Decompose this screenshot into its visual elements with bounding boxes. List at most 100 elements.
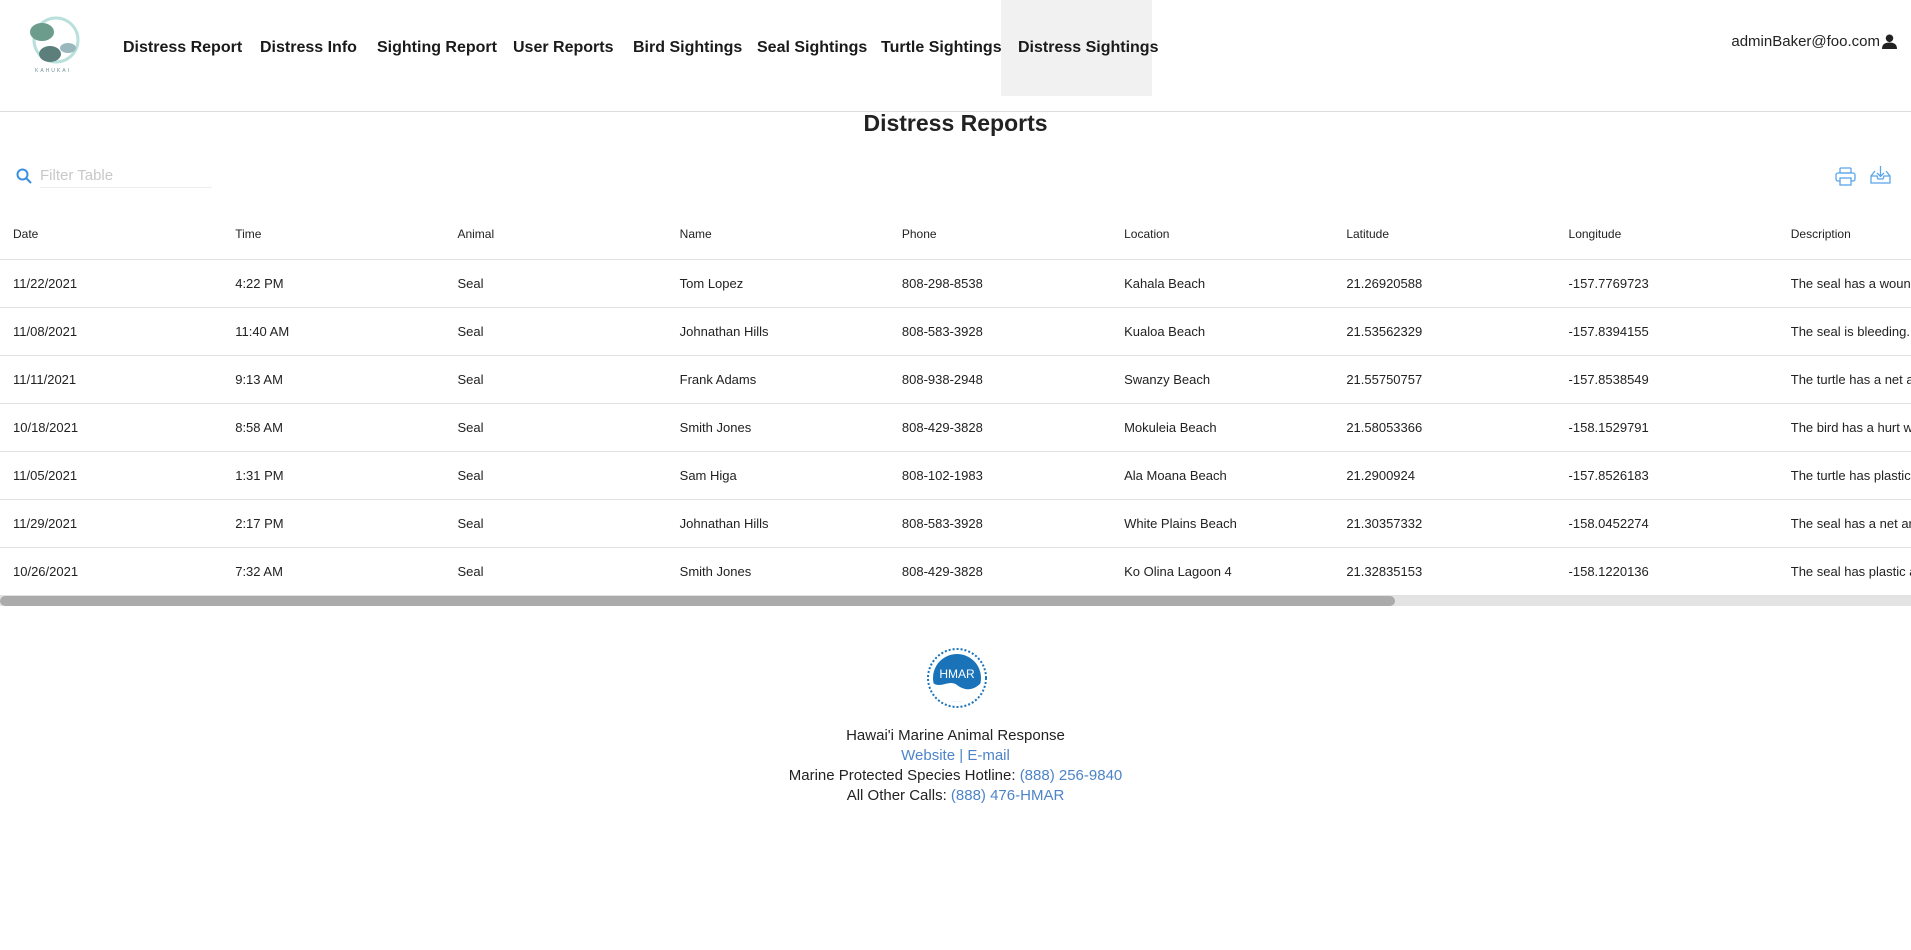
filter-table-input[interactable] — [40, 164, 212, 188]
cell-longitude: -158.0452274 — [1555, 499, 1778, 548]
cell-description: The turtle has plastic ar — [1777, 451, 1911, 500]
table-row[interactable]: 11/22/2021 4:22 PM Seal Tom Lopez 808-298-85… — [0, 259, 1911, 308]
cell-latitude: 21.26920588 — [1333, 259, 1556, 308]
cell-latitude: 21.55750757 — [1333, 355, 1556, 404]
scrollbar-thumb[interactable] — [0, 596, 1396, 606]
nav-bird-sightings[interactable]: Bird Sightings — [633, 0, 742, 96]
cell-time: 7:32 AM — [222, 547, 445, 596]
nav-turtle-sightings[interactable]: Turtle Sightings — [881, 0, 1002, 96]
cell-time: 9:13 AM — [222, 355, 445, 404]
column-header-time[interactable]: Time — [222, 210, 445, 260]
print-icon[interactable] — [1835, 167, 1856, 186]
cell-name: Johnathan Hills — [666, 307, 889, 356]
column-header-name[interactable]: Name — [666, 210, 889, 260]
distress-reports-table: Date Time Animal Name Phone Location Latitude L… — [0, 210, 1911, 596]
table-header-row: Date Time Animal Name Phone Location Latitude L… — [0, 210, 1911, 260]
cell-animal: Seal — [444, 403, 667, 452]
column-header-location[interactable]: Location — [1111, 210, 1334, 260]
table-row[interactable]: 11/11/2021 9:13 AM Seal Frank Adams 808-938-… — [0, 355, 1911, 404]
table-row[interactable]: 11/08/2021 11:40 AM Seal Johnathan Hills 808… — [0, 307, 1911, 356]
cell-date: 11/29/2021 — [0, 499, 223, 548]
cell-animal: Seal — [444, 547, 667, 596]
email-link[interactable]: E-mail — [967, 747, 1010, 764]
svg-text:HMAR: HMAR — [939, 667, 975, 681]
cell-longitude: -157.7769723 — [1555, 259, 1778, 308]
cell-date: 10/26/2021 — [0, 547, 223, 596]
nav-sighting-report[interactable]: Sighting Report — [377, 0, 497, 96]
table-row[interactable]: 11/05/2021 1:31 PM Seal Sam Higa 808-102-198… — [0, 451, 1911, 500]
column-header-longitude[interactable]: Longitude — [1555, 210, 1778, 260]
cell-phone: 808-429-3828 — [888, 403, 1112, 452]
cell-animal: Seal — [444, 307, 667, 356]
cell-location: Kualoa Beach — [1111, 307, 1334, 356]
cell-date: 11/11/2021 — [0, 355, 223, 404]
table-row[interactable]: 10/18/2021 8:58 AM Seal Smith Jones 808-429-… — [0, 403, 1911, 452]
horizontal-scrollbar[interactable] — [0, 596, 1911, 606]
cell-description: The bird has a hurt wing — [1777, 403, 1911, 452]
cell-longitude: -157.8538549 — [1555, 355, 1778, 404]
cell-animal: Seal — [444, 355, 667, 404]
cell-name: Sam Higa — [666, 451, 889, 500]
cell-time: 8:58 AM — [222, 403, 445, 452]
cell-time: 1:31 PM — [222, 451, 445, 500]
cell-longitude: -158.1529791 — [1555, 403, 1778, 452]
cell-phone: 808-938-2948 — [888, 355, 1112, 404]
filter-box — [16, 164, 212, 188]
hotline-phone-link[interactable]: (888) 256-9840 — [1020, 767, 1123, 784]
cell-latitude: 21.53562329 — [1333, 307, 1556, 356]
column-header-latitude[interactable]: Latitude — [1333, 210, 1556, 260]
nav-distress-info[interactable]: Distress Info — [260, 0, 357, 96]
cell-name: Johnathan Hills — [666, 499, 889, 548]
cell-latitude: 21.30357332 — [1333, 499, 1556, 548]
cell-date: 11/08/2021 — [0, 307, 223, 356]
cell-description: The seal has a net aroun — [1777, 499, 1911, 548]
table-row[interactable]: 10/26/2021 7:32 AM Seal Smith Jones 808-429-… — [0, 547, 1911, 596]
website-link[interactable]: Website — [901, 747, 955, 764]
other-calls-phone-link[interactable]: (888) 476-HMAR — [951, 787, 1064, 804]
svg-text:KAHUKAI: KAHUKAI — [35, 68, 71, 74]
cell-location: Kahala Beach — [1111, 259, 1334, 308]
cell-animal: Seal — [444, 259, 667, 308]
cell-phone: 808-102-1983 — [888, 451, 1112, 500]
cell-location: Mokuleia Beach — [1111, 403, 1334, 452]
cell-name: Smith Jones — [666, 403, 889, 452]
kahukai-logo[interactable]: KAHUKAI — [20, 12, 86, 74]
hotline-label: Marine Protected Species Hotline: — [788, 767, 1016, 784]
cell-date: 11/05/2021 — [0, 451, 223, 500]
cell-location: Ko Olina Lagoon 4 — [1111, 547, 1334, 596]
cell-latitude: 21.32835153 — [1333, 547, 1556, 596]
link-separator: | — [959, 747, 964, 764]
column-header-date[interactable]: Date — [0, 210, 223, 260]
cell-animal: Seal — [444, 451, 667, 500]
cell-phone: 808-583-3928 — [888, 499, 1112, 548]
hmar-logo[interactable]: HMAR — [926, 647, 988, 709]
cell-date: 10/18/2021 — [0, 403, 223, 452]
cell-time: 2:17 PM — [222, 499, 445, 548]
column-header-phone[interactable]: Phone — [888, 210, 1112, 260]
column-header-description[interactable]: Description — [1777, 210, 1911, 260]
cell-description: The seal has a wound. — [1777, 259, 1911, 308]
download-icon[interactable] — [1870, 165, 1891, 185]
cell-location: Swanzy Beach — [1111, 355, 1334, 404]
cell-longitude: -157.8394155 — [1555, 307, 1778, 356]
cell-name: Tom Lopez — [666, 259, 889, 308]
cell-description: The seal is bleeding. — [1777, 307, 1911, 356]
cell-phone: 808-298-8538 — [888, 259, 1112, 308]
column-header-animal[interactable]: Animal — [444, 210, 667, 260]
table-row[interactable]: 11/29/2021 2:17 PM Seal Johnathan Hills 808-… — [0, 499, 1911, 548]
cell-location: Ala Moana Beach — [1111, 451, 1334, 500]
cell-longitude: -158.1220136 — [1555, 547, 1778, 596]
cell-phone: 808-583-3928 — [888, 307, 1112, 356]
nav-distress-report[interactable]: Distress Report — [123, 0, 242, 96]
cell-description: The turtle has a net arou — [1777, 355, 1911, 404]
footer-other-calls: All Other Calls: (888) 476-HMAR — [0, 787, 1911, 804]
nav-distress-sightings[interactable]: Distress Sightings — [1018, 0, 1158, 96]
nav-user-reports[interactable]: User Reports — [513, 0, 613, 96]
user-menu[interactable]: adminBaker@foo.com — [1731, 33, 1897, 50]
cell-latitude: 21.58053366 — [1333, 403, 1556, 452]
footer-links: Website | E-mail — [0, 747, 1911, 764]
cell-description: The seal has plastic arou — [1777, 547, 1911, 596]
cell-name: Smith Jones — [666, 547, 889, 596]
nav-seal-sightings[interactable]: Seal Sightings — [757, 0, 867, 96]
page-title: Distress Reports — [863, 110, 1048, 136]
